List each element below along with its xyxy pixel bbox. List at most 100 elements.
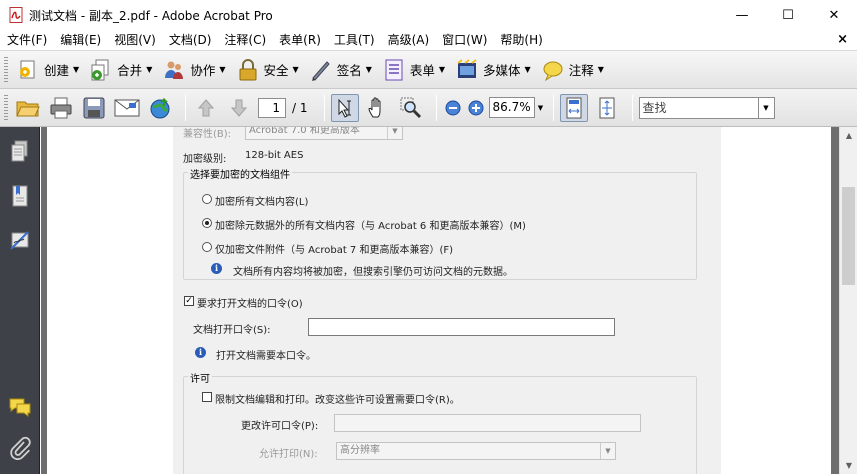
menu-file[interactable]: 文件(F) xyxy=(0,30,53,50)
chevron-down-icon: ▼ xyxy=(600,443,615,459)
attachment-paperclip-icon[interactable] xyxy=(8,436,32,460)
hand-tool-icon[interactable] xyxy=(364,94,392,122)
menu-tools[interactable]: 工具(T) xyxy=(327,30,381,50)
encryption-level-value: 128-bit AES xyxy=(245,150,304,161)
combine-button[interactable]: 合并 ▼ xyxy=(87,54,156,86)
multimedia-button[interactable]: 多媒体 ▼ xyxy=(453,54,535,86)
menu-document[interactable]: 文档(D) xyxy=(162,30,218,50)
scrollbar-thumb[interactable] xyxy=(842,187,855,285)
pen-icon xyxy=(311,60,330,81)
chevron-down-icon: ▼ xyxy=(365,65,372,74)
permissions-password-input[interactable] xyxy=(334,414,641,432)
printing-allowed-label: 允许打印(N): xyxy=(259,449,318,460)
search-input[interactable]: 查找 xyxy=(638,96,759,119)
fit-page-icon[interactable] xyxy=(559,93,588,122)
multimedia-film-icon xyxy=(457,58,477,78)
scroll-up-icon[interactable]: ▲ xyxy=(840,127,857,144)
secure-button[interactable]: 安全 ▼ xyxy=(234,54,303,86)
restrict-editing-label: 限制文档编辑和打印。改变这些许可设置需要口令(R)。 xyxy=(215,395,460,406)
signatures-icon[interactable] xyxy=(8,229,32,253)
print-icon[interactable] xyxy=(47,94,75,122)
scroll-down-icon[interactable]: ▼ xyxy=(840,457,857,474)
radio-encrypt-all-label: 加密所有文档内容(L) xyxy=(215,197,309,208)
require-open-password-checkbox[interactable]: ✓ xyxy=(184,296,194,306)
close-window-button[interactable]: ✕ xyxy=(811,0,857,30)
compatibility-select[interactable]: Acrobat 7.0 和更高版本 ▼ xyxy=(245,127,403,140)
email-icon[interactable] xyxy=(113,94,141,122)
maximize-button[interactable]: ☐ xyxy=(765,0,811,30)
menu-edit[interactable]: 编辑(E) xyxy=(53,30,107,50)
zoom-in-icon[interactable] xyxy=(466,94,486,122)
chevron-down-icon[interactable]: ▼ xyxy=(758,96,775,119)
menu-comments[interactable]: 注释(C) xyxy=(217,30,272,50)
printing-allowed-select[interactable]: 高分辨率 ▼ xyxy=(336,442,616,460)
combine-files-icon xyxy=(91,59,109,80)
chevron-down-icon: ▼ xyxy=(73,65,80,74)
pages-icon[interactable] xyxy=(8,139,32,163)
acrobat-pdf-icon xyxy=(9,7,23,23)
chevron-down-icon[interactable]: ▼ xyxy=(535,97,547,118)
select-text-cursor-icon[interactable] xyxy=(330,93,359,122)
radio-encrypt-all[interactable] xyxy=(202,194,212,204)
sign-button[interactable]: 签名 ▼ xyxy=(307,54,376,86)
chevron-down-icon: ▼ xyxy=(387,127,402,139)
save-icon[interactable] xyxy=(80,94,108,122)
open-password-label: 文档打开口令(S): xyxy=(193,325,271,336)
next-page-icon[interactable] xyxy=(225,94,253,122)
task-toolbar: 创建 ▼ 合并 ▼ 协作 ▼ 安全 ▼ 签名 ▼ 表单 ▼ 多媒体 ▼ 注释 ▼ xyxy=(0,50,857,89)
menu-view[interactable]: 视图(V) xyxy=(107,30,162,50)
minimize-button[interactable]: — xyxy=(719,0,765,30)
open-password-input[interactable] xyxy=(308,318,615,336)
zoom-marquee-icon[interactable] xyxy=(397,94,425,122)
toolbar-separator xyxy=(323,94,325,121)
menu-forms[interactable]: 表单(R) xyxy=(272,30,327,50)
page-number-input[interactable]: 1 xyxy=(258,97,286,118)
toolbar-separator xyxy=(631,94,633,121)
toolbar-grip[interactable] xyxy=(4,56,8,83)
compatibility-label: 兼容性(B): xyxy=(183,129,232,140)
encrypt-components-title: 选择要加密的文档组件 xyxy=(188,166,292,181)
toolbar-grip[interactable] xyxy=(4,94,8,121)
info-icon: i xyxy=(195,347,206,358)
restrict-editing-checkbox[interactable] xyxy=(202,392,212,402)
title-bar: 测试文档 - 副本_2.pdf - Adobe Acrobat Pro — ☐ … xyxy=(0,0,857,30)
menu-help[interactable]: 帮助(H) xyxy=(493,30,548,50)
collaborate-button[interactable]: 协作 ▼ xyxy=(160,54,229,86)
radio-encrypt-attachments-label: 仅加密文件附件（与 Acrobat 7 和更高版本兼容）(F) xyxy=(215,245,454,256)
standard-toolbar: 1 / 1 86.7% ▼ 查找 ▼ xyxy=(0,89,857,127)
chevron-down-icon: ▼ xyxy=(292,65,299,74)
encrypt-info-text: 文档所有内容均将被加密，但搜索引擎仍可访问文档的元数据。 xyxy=(233,267,513,278)
comment-button[interactable]: 注释 ▼ xyxy=(539,54,608,86)
bookmarks-icon[interactable] xyxy=(8,184,32,208)
change-permissions-password-label: 更改许可口令(P): xyxy=(241,421,319,432)
document-view[interactable]: 兼容性(B): Acrobat 7.0 和更高版本 ▼ 加密级别: 128-bit… xyxy=(41,127,839,474)
pdf-page: 兼容性(B): Acrobat 7.0 和更高版本 ▼ 加密级别: 128-bit… xyxy=(47,127,831,474)
chevron-down-icon: ▼ xyxy=(438,65,446,74)
radio-encrypt-except-metadata[interactable] xyxy=(202,218,212,228)
fit-width-icon[interactable] xyxy=(593,94,621,122)
comments-icon[interactable] xyxy=(8,395,32,419)
lock-icon xyxy=(239,58,257,80)
zoom-out-icon[interactable] xyxy=(443,94,463,122)
radio-encrypt-attachments[interactable] xyxy=(202,242,212,252)
chevron-down-icon: ▼ xyxy=(597,65,604,74)
permissions-title: 许可 xyxy=(188,370,212,385)
vertical-scrollbar[interactable]: ▲ ▼ xyxy=(839,127,857,474)
collaborate-icon xyxy=(165,61,184,79)
toolbar-separator xyxy=(552,94,554,121)
close-document-button[interactable]: × xyxy=(837,30,848,50)
navigation-panel xyxy=(0,127,40,474)
page-total: / 1 xyxy=(292,100,308,115)
open-folder-icon[interactable] xyxy=(14,94,42,122)
zoom-level-input[interactable]: 86.7% xyxy=(488,97,535,118)
forms-button[interactable]: 表单 ▼ xyxy=(380,54,449,86)
previous-page-icon[interactable] xyxy=(192,94,220,122)
radio-encrypt-except-metadata-label: 加密除元数据外的所有文档内容（与 Acrobat 6 和更高版本兼容）(M) xyxy=(215,221,526,232)
toolbar-separator xyxy=(435,94,437,121)
menu-window[interactable]: 窗口(W) xyxy=(435,30,493,50)
toolbar-separator xyxy=(185,94,186,121)
menu-advanced[interactable]: 高级(A) xyxy=(381,30,436,50)
create-button[interactable]: 创建 ▼ xyxy=(14,54,83,86)
require-open-password-label: 要求打开文档的口令(O) xyxy=(197,299,303,310)
upload-globe-icon[interactable] xyxy=(146,94,174,122)
